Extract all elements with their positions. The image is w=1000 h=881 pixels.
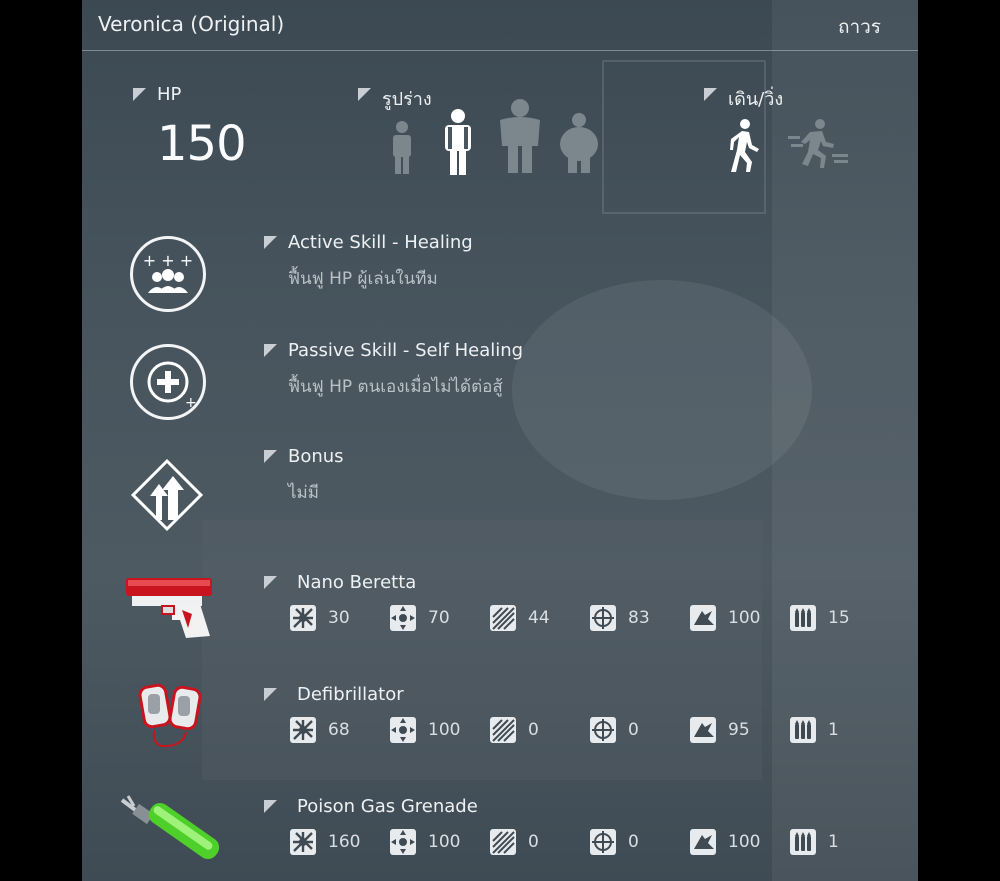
stat-value: 15 [828, 608, 850, 628]
stat-value: 160 [328, 832, 361, 852]
bonus-arrows-icon [130, 458, 204, 532]
self-healing-icon: + [130, 344, 206, 420]
fire-rate-icon [490, 829, 516, 855]
skill-title: Active Skill - Healing [288, 232, 473, 253]
skill-description: ไม่มี [288, 483, 319, 503]
ammo-icon [790, 717, 816, 743]
background-scene [202, 520, 762, 780]
damage-icon [290, 829, 316, 855]
defibrillator-icon [138, 683, 202, 748]
skill-description: ฟื้นฟู HP ตนเองเมื่อไม่ได้ต่อสู้ [288, 377, 503, 397]
duration-label: ถาวร [837, 16, 881, 38]
damage-icon [290, 717, 316, 743]
stat-value: 70 [428, 608, 450, 628]
section-marker-icon [264, 236, 277, 249]
accuracy-icon [390, 829, 416, 855]
character-name: Veronica (Original) [98, 12, 285, 36]
body-small-icon[interactable] [389, 120, 415, 176]
stat-value: 100 [728, 832, 761, 852]
weapon-name: Poison Gas Grenade [297, 796, 478, 817]
body-fat-icon[interactable] [558, 112, 600, 174]
stat-value: 68 [328, 720, 350, 740]
ammo-icon [790, 829, 816, 855]
background-scene [512, 280, 812, 500]
damage-icon [290, 605, 316, 631]
ammo-icon [790, 605, 816, 631]
section-marker-icon [264, 344, 277, 357]
mobility-icon [690, 717, 716, 743]
mobility-icon [690, 829, 716, 855]
stat-value: 0 [528, 720, 539, 740]
section-marker-icon [133, 88, 146, 101]
team-healing-icon: + + + [130, 236, 206, 312]
section-marker-icon [264, 576, 277, 589]
svg-text:+ + +: + + + [143, 251, 193, 270]
skill-title: Passive Skill - Self Healing [288, 340, 524, 361]
mobility-icon [690, 605, 716, 631]
gas-grenade-icon [120, 795, 220, 860]
svg-text:+: + [185, 395, 197, 411]
stat-value: 100 [428, 720, 461, 740]
hp-value: 150 [157, 116, 247, 172]
stat-value: 1 [828, 832, 839, 852]
skill-description: ฟื้นฟู HP ผู้เล่นในทีม [288, 269, 438, 289]
fire-rate-icon [490, 605, 516, 631]
stat-value: 0 [628, 720, 639, 740]
stat-value: 100 [428, 832, 461, 852]
accuracy-icon [390, 717, 416, 743]
skill-title: Bonus [288, 446, 344, 467]
body-type-label: รูปร่าง [382, 89, 432, 110]
pistol-icon [126, 578, 212, 638]
weapon-name: Defibrillator [297, 684, 404, 705]
section-marker-icon [704, 88, 717, 101]
crosshair-icon [590, 605, 616, 631]
stat-value: 44 [528, 608, 550, 628]
body-medium-icon[interactable] [440, 108, 476, 176]
stat-value: 0 [628, 832, 639, 852]
hp-label: HP [157, 84, 182, 105]
stat-value: 83 [628, 608, 650, 628]
movement-label: เดิน/วิ่ง [728, 89, 784, 110]
body-large-icon[interactable] [496, 98, 544, 174]
stat-value: 100 [728, 608, 761, 628]
run-icon[interactable] [788, 118, 850, 170]
panel-header: Veronica (Original) ถาวร [82, 0, 918, 51]
stat-value: 1 [828, 720, 839, 740]
stat-value: 30 [328, 608, 350, 628]
walk-icon[interactable] [725, 118, 763, 174]
crosshair-icon [590, 829, 616, 855]
weapon-name: Nano Beretta [297, 572, 417, 593]
fire-rate-icon [490, 717, 516, 743]
section-marker-icon [358, 88, 371, 101]
stat-value: 0 [528, 832, 539, 852]
crosshair-icon [590, 717, 616, 743]
accuracy-icon [390, 605, 416, 631]
section-marker-icon [264, 688, 277, 701]
section-marker-icon [264, 450, 277, 463]
stat-value: 95 [728, 720, 750, 740]
section-marker-icon [264, 800, 277, 813]
character-panel: Veronica (Original) ถาวร HP 150 รูปร่าง … [82, 0, 918, 881]
